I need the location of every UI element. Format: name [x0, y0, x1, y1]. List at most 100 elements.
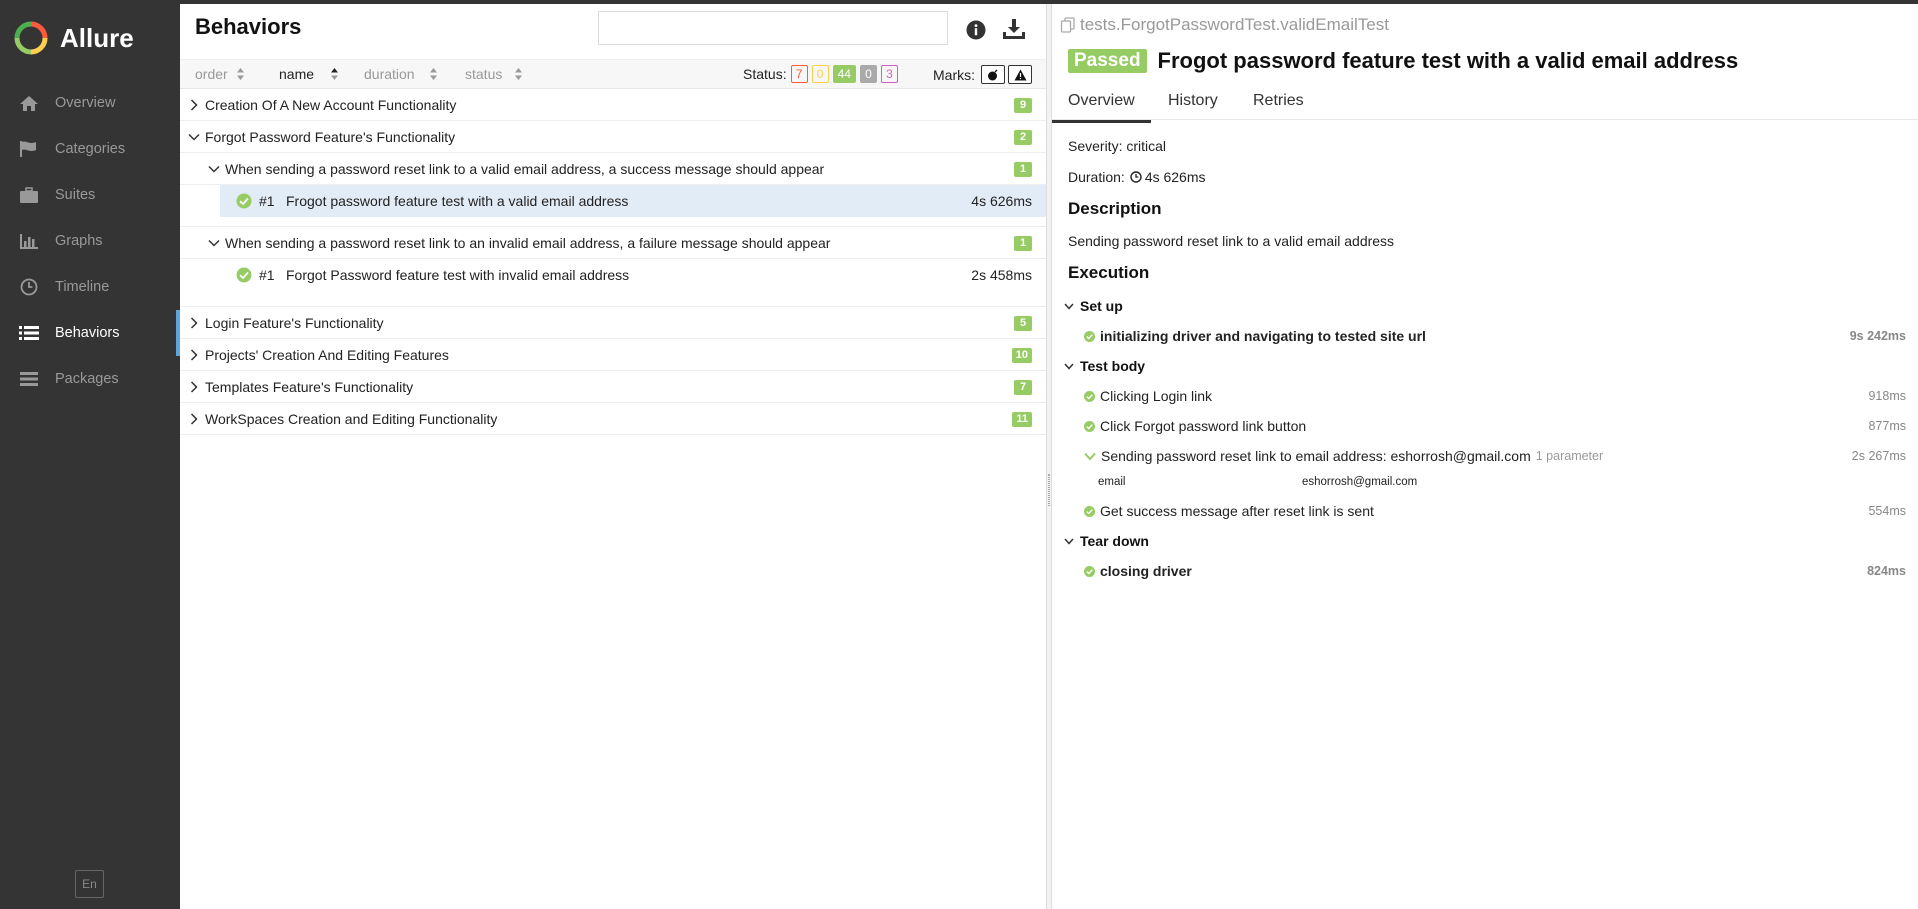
tab-history[interactable]: History [1168, 92, 1218, 110]
step-row[interactable]: Clicking Login link 918ms [1084, 388, 1906, 404]
test-case-row[interactable]: #1 Frogot password feature test with a v… [180, 185, 1046, 217]
bomb-icon [988, 69, 998, 80]
download-icon[interactable] [1002, 18, 1026, 43]
step-row[interactable]: initializing driver and navigating to te… [1084, 328, 1906, 344]
story-name: When sending a password reset link to a … [225, 161, 825, 177]
sidebar-item-timeline[interactable]: Timeline [0, 264, 180, 310]
step-duration: 9s 242ms [1849, 329, 1906, 343]
status-passed-toggle[interactable]: 44 [832, 65, 856, 83]
app-name: Allure [60, 22, 134, 53]
sidebar-item-label: Suites [55, 187, 96, 203]
step-row[interactable]: Get success message after reset link is … [1084, 503, 1906, 519]
sidebar-item-overview[interactable]: Overview [0, 80, 180, 126]
tree-feature-row[interactable]: Projects' Creation And Editing Features … [180, 339, 1046, 371]
marks-label: Marks: [933, 66, 975, 83]
tree-feature-row[interactable]: Creation Of A New Account Functionality … [180, 89, 1046, 121]
passed-status-icon [1084, 390, 1095, 402]
sort-arrows-icon [331, 68, 339, 80]
clock-icon [1130, 171, 1142, 183]
sort-status[interactable]: status [465, 66, 523, 82]
duration-label: Duration: [1068, 169, 1125, 185]
test-body-stage-toggle[interactable]: Test body [1064, 358, 1145, 374]
allure-logo-icon [14, 21, 48, 55]
test-duration: 2s 458ms [971, 267, 1032, 283]
duration-value: 4s 626ms [1144, 169, 1206, 185]
parameter-name: email [1098, 476, 1126, 488]
test-number: #1 [259, 193, 275, 209]
step-name: closing driver [1100, 563, 1192, 579]
sort-label: duration [364, 66, 415, 82]
setup-stage-toggle[interactable]: Set up [1064, 298, 1123, 314]
status-badge: Passed [1068, 49, 1147, 73]
sidebar-nav: Overview Categories Suites Graphs Timeli… [0, 80, 180, 402]
test-duration: 4s 626ms [971, 193, 1032, 209]
copy-icon[interactable] [1060, 17, 1076, 33]
tab-retries[interactable]: Retries [1253, 92, 1304, 110]
sidebar-item-label: Timeline [55, 279, 110, 295]
list-icon [18, 323, 40, 343]
chevron-right-icon [190, 349, 198, 361]
chevron-right-icon [190, 381, 198, 393]
severity: Severity: critical [1068, 138, 1167, 154]
new-failed-mark-button[interactable] [1008, 65, 1032, 84]
spacer [180, 217, 1046, 227]
sidebar-item-behaviors[interactable]: Behaviors [0, 310, 180, 356]
sidebar-item-categories[interactable]: Categories [0, 126, 180, 172]
test-title: Frogot password feature test with a vali… [1157, 48, 1739, 73]
step-row[interactable]: Sending password reset link to email add… [1084, 448, 1906, 464]
app-logo[interactable]: Allure [0, 4, 180, 72]
step-name: Sending password reset link to email add… [1101, 448, 1531, 464]
chevron-right-icon [190, 99, 198, 111]
test-case-row[interactable]: #1 Forgot Password feature test with inv… [180, 259, 1046, 291]
step-duration: 918ms [1868, 389, 1906, 403]
status-broken-toggle[interactable]: 0 [811, 65, 829, 83]
status-failed-toggle[interactable]: 7 [790, 65, 808, 83]
sort-label: order [195, 66, 228, 82]
chevron-right-icon [190, 413, 198, 425]
tree-feature-row[interactable]: Login Feature's Functionality 5 [180, 307, 1046, 339]
sort-name[interactable]: name [279, 66, 339, 82]
warning-icon [1014, 69, 1026, 80]
info-icon[interactable] [966, 20, 986, 43]
status-unknown-toggle[interactable]: 3 [880, 65, 898, 83]
tab-overview[interactable]: Overview [1052, 92, 1151, 123]
feature-name: Creation Of A New Account Functionality [205, 97, 457, 113]
search-input[interactable] [598, 11, 948, 45]
sidebar-item-suites[interactable]: Suites [0, 172, 180, 218]
language-button[interactable]: En [75, 870, 104, 898]
tree-feature-row[interactable]: Forgot Password Feature's Functionality … [180, 121, 1046, 153]
feature-name: Templates Feature's Functionality [205, 379, 414, 395]
step-name: initializing driver and navigating to te… [1100, 328, 1426, 344]
sort-order[interactable]: order [195, 66, 245, 82]
marks-filter: Marks: [933, 65, 1032, 84]
status-skipped-toggle[interactable]: 0 [859, 65, 877, 83]
flag-icon [18, 139, 40, 159]
passed-count-badge: 9 [1014, 98, 1032, 113]
sort-duration[interactable]: duration [364, 66, 438, 82]
sidebar-item-label: Packages [55, 371, 119, 387]
flaky-mark-button[interactable] [981, 65, 1005, 84]
teardown-stage-toggle[interactable]: Tear down [1064, 533, 1149, 549]
status-filter: Status: 7 0 44 0 3 [743, 65, 898, 83]
step-row[interactable]: Click Forgot password link button 877ms [1084, 418, 1906, 434]
splitter-grip[interactable] [1048, 474, 1050, 506]
sidebar-item-packages[interactable]: Packages [0, 356, 180, 402]
chevron-down-icon [1064, 363, 1074, 370]
step-row[interactable]: closing driver 824ms [1084, 563, 1906, 579]
test-name: Forgot Password feature test with invali… [286, 267, 630, 283]
sidebar: Allure Overview Categories Suites Graphs… [0, 4, 180, 909]
tree-feature-row[interactable]: Templates Feature's Functionality 7 [180, 371, 1046, 403]
passed-status-icon [1084, 420, 1095, 432]
tree-story-row[interactable]: When sending a password reset link to an… [180, 227, 1046, 259]
tree-feature-row[interactable]: WorkSpaces Creation and Editing Function… [180, 403, 1046, 435]
tree-story-row[interactable]: When sending a password reset link to a … [180, 153, 1046, 185]
parameter-value: eshorrosh@gmail.com [1302, 476, 1418, 488]
description-text: Sending password reset link to a valid e… [1068, 233, 1395, 249]
spacer [180, 291, 1046, 307]
page-title: Behaviors [195, 14, 302, 39]
sidebar-item-graphs[interactable]: Graphs [0, 218, 180, 264]
detail-tabs: Overview History Retries [1052, 82, 1918, 123]
test-name: Frogot password feature test with a vali… [286, 193, 629, 209]
behaviors-header: Behaviors [180, 4, 1046, 59]
sidebar-item-label: Overview [55, 95, 116, 111]
